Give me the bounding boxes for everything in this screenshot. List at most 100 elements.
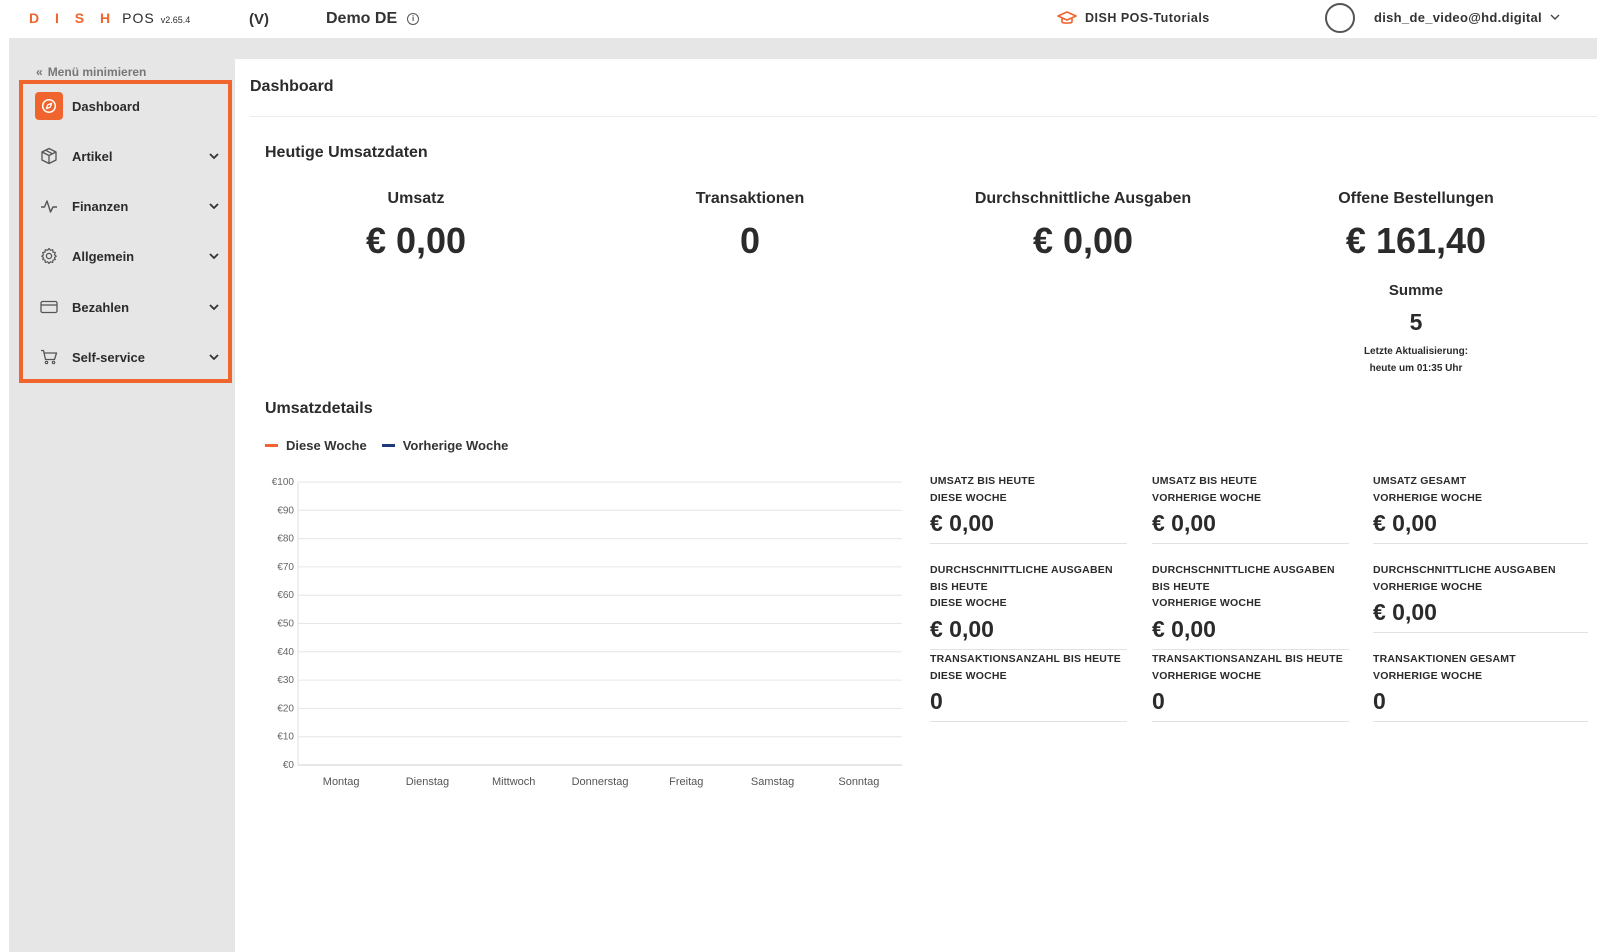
user-menu[interactable]: dish_de_video@hd.digital	[1374, 10, 1560, 25]
stat-label: TRANSAKTIONSANZAHL BIS HEUTE DIESE WOCHE	[930, 653, 1121, 682]
sidebar-item-label: Allgemein	[72, 248, 135, 264]
top-bar: D I S H POS v2.65.4 (V) Demo DE i DISH P…	[0, 0, 1597, 38]
brand-name: D I S H	[29, 10, 117, 26]
gear-icon	[35, 242, 63, 270]
kpi-value: € 0,00	[1032, 220, 1134, 261]
tutorials-link[interactable]: DISH POS-Tutorials	[1057, 10, 1210, 26]
kpi-value: 0	[739, 220, 761, 261]
stat-value: 0	[1152, 688, 1165, 714]
stat-value: 0	[1373, 688, 1386, 714]
last-update-time: heute um 01:35 Uhr	[1369, 363, 1463, 374]
y-tick-label: €50	[277, 619, 294, 630]
legend-swatch	[265, 444, 278, 447]
sidebar-item-label: Artikel	[72, 148, 113, 164]
minimize-menu-label: Menü minimieren	[47, 65, 147, 79]
sidebar-item-artikel[interactable]: Artikel	[35, 142, 220, 170]
open-orders-sum-value: 5	[1409, 309, 1423, 335]
y-tick-label: €90	[277, 505, 294, 516]
store-selector[interactable]: Demo DE i	[326, 10, 420, 28]
stat-card: UMSATZ BIS HEUTE DIESE WOCHE € 0,00	[930, 473, 1127, 544]
stat-card: UMSATZ BIS HEUTE VORHERIGE WOCHE € 0,00	[1152, 473, 1349, 544]
y-tick-label: €30	[277, 675, 294, 686]
compass-icon	[35, 92, 63, 120]
sidebar-item-self-service[interactable]: Self-service	[35, 343, 220, 371]
chevron-down-icon[interactable]	[208, 303, 220, 311]
stat-label: UMSATZ BIS HEUTE DIESE WOCHE	[930, 475, 1036, 504]
x-tick-label: Dienstag	[406, 776, 449, 788]
sidebar-item-dashboard[interactable]: Dashboard	[35, 92, 220, 120]
stat-value: € 0,00	[930, 615, 994, 642]
product-name: POS	[122, 10, 155, 26]
sidebar-item-bezahlen[interactable]: Bezahlen	[35, 293, 220, 321]
chevron-down-icon	[1550, 14, 1560, 20]
stat-label: TRANSAKTIONSANZAHL BIS HEUTE VORHERIGE W…	[1152, 653, 1343, 682]
sidebar-item-finanzen[interactable]: Finanzen	[35, 192, 220, 220]
legend-item-previous-week[interactable]: Vorherige Woche	[381, 438, 508, 453]
version-label: v2.65.4	[160, 15, 191, 25]
stat-card: UMSATZ GESAMT VORHERIGE WOCHE € 0,00	[1373, 473, 1588, 544]
sidebar-highlight-frame	[19, 80, 232, 383]
minimize-menu-button[interactable]: « Menü minimieren	[36, 65, 146, 79]
stat-value: € 0,00	[1152, 510, 1216, 536]
stat-value: € 0,00	[930, 510, 994, 536]
cart-icon	[35, 343, 63, 371]
stat-label: DURCHSCHNITTLICHE AUSGABEN VORHERIGE WOC…	[1373, 564, 1556, 593]
y-tick-label: €0	[283, 760, 295, 771]
kpi-value: € 0,00	[365, 220, 467, 261]
open-orders-sum-label: Summe	[1388, 282, 1444, 299]
avatar[interactable]	[1325, 3, 1355, 33]
kpi-label: Umsatz	[387, 190, 445, 207]
sidebar-item-label: Self-service	[72, 349, 145, 365]
sales-line-chart: €0 €10 €20 €30 €40 €50 €60 €70 €80 €90 €100 Montag D…	[272, 477, 902, 788]
sidebar-item-label: Dashboard	[72, 98, 140, 114]
stat-value: € 0,00	[1373, 510, 1437, 536]
y-tick-label: €60	[277, 590, 294, 601]
stat-label: UMSATZ GESAMT VORHERIGE WOCHE	[1373, 475, 1483, 504]
x-tick-label: Montag	[323, 776, 360, 788]
chart-legend: Diese Woche Vorherige Woche	[265, 438, 508, 453]
page-title: Dashboard	[250, 78, 334, 95]
kpi-transaktionen: Transaktionen 0	[620, 190, 880, 262]
stat-card: DURCHSCHNITTLICHE AUSGABEN VORHERIGE WOC…	[1373, 562, 1588, 633]
stat-value: 0	[930, 688, 943, 714]
stat-value: € 0,00	[1373, 599, 1437, 625]
sidebar-item-allgemein[interactable]: Allgemein	[35, 242, 220, 270]
y-tick-label: €10	[277, 732, 294, 743]
x-tick-label: Donnerstag	[572, 776, 629, 788]
x-tick-label: Mittwoch	[492, 776, 535, 788]
kpi-label: Transaktionen	[695, 190, 805, 207]
credit-card-icon	[35, 293, 63, 321]
kpi-value: € 161,40	[1345, 220, 1487, 261]
info-icon[interactable]: i	[407, 13, 420, 25]
double-chevron-left-icon: «	[36, 65, 43, 79]
brand-logo[interactable]: D I S H POS v2.65.4	[29, 10, 190, 26]
graduation-cap-icon	[1057, 11, 1077, 24]
stat-card: TRANSAKTIONSANZAHL BIS HEUTE VORHERIGE W…	[1152, 651, 1349, 722]
chevron-down-icon[interactable]	[208, 202, 220, 210]
kpi-umsatz: Umsatz € 0,00	[286, 190, 546, 262]
y-tick-label: €20	[277, 703, 294, 714]
store-name: Demo DE	[326, 10, 398, 27]
x-tick-label: Freitag	[669, 776, 703, 788]
stat-label: DURCHSCHNITTLICHE AUSGABEN BIS HEUTE DIE…	[930, 564, 1113, 609]
chevron-down-icon[interactable]	[208, 152, 220, 160]
y-tick-label: €100	[272, 477, 295, 488]
sidebar-item-label: Bezahlen	[72, 299, 130, 315]
title-divider	[250, 116, 1597, 117]
chevron-down-icon[interactable]	[208, 252, 220, 260]
stat-label: UMSATZ BIS HEUTE VORHERIGE WOCHE	[1152, 475, 1262, 504]
stat-card: DURCHSCHNITTLICHE AUSGABEN BIS HEUTE VOR…	[1152, 562, 1349, 650]
stat-card: DURCHSCHNITTLICHE AUSGABEN BIS HEUTE DIE…	[930, 562, 1127, 650]
stat-card: TRANSAKTIONEN GESAMT VORHERIGE WOCHE 0	[1373, 651, 1588, 722]
legend-item-this-week[interactable]: Diese Woche	[265, 438, 367, 453]
y-tick-label: €70	[277, 562, 294, 573]
chevron-down-icon[interactable]	[208, 353, 220, 361]
activity-icon	[35, 192, 63, 220]
tutorials-label: DISH POS-Tutorials	[1085, 11, 1210, 25]
x-tick-label: Samstag	[751, 776, 794, 788]
y-tick-label: €80	[277, 534, 294, 545]
legend-label: Diese Woche	[286, 438, 367, 453]
user-email: dish_de_video@hd.digital	[1374, 10, 1542, 25]
kpi-durchschnittliche-ausgaben: Durchschnittliche Ausgaben € 0,00	[953, 190, 1213, 262]
stat-label: DURCHSCHNITTLICHE AUSGABEN BIS HEUTE VOR…	[1152, 564, 1335, 609]
